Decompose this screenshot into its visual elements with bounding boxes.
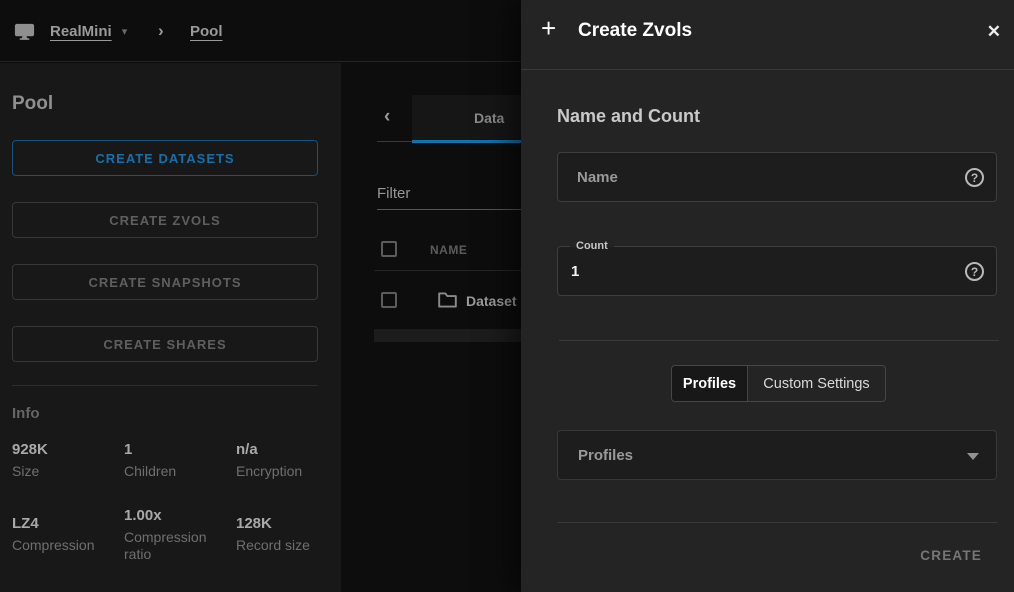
tabbar-baseline	[377, 141, 412, 142]
stat-record-size: 128K Record size	[236, 515, 320, 555]
computer-icon	[13, 20, 36, 43]
footer-divider	[557, 522, 997, 523]
breadcrumb-chevron-icon: ›	[158, 0, 164, 62]
breadcrumb: RealMini ▾	[13, 0, 127, 62]
name-field[interactable]: ?	[557, 152, 997, 202]
create-datasets-button[interactable]: CREATE DATASETS	[12, 140, 318, 176]
filter-input[interactable]	[377, 178, 521, 210]
stat-compression-ratio: 1.00x Compression ratio	[124, 507, 236, 564]
profiles-select-label: Profiles	[578, 447, 633, 464]
table-header-divider	[374, 270, 521, 271]
settings-tab-group: Profiles Custom Settings	[671, 365, 886, 402]
count-field[interactable]: Count ?	[557, 246, 997, 296]
create-zvols-modal: + Create Zvols ✕ Name and Count ? Count …	[521, 0, 1014, 592]
modal-title: Create Zvols	[578, 20, 692, 42]
info-stats-grid: 928K Size 1 Children n/a Encryption LZ4 …	[12, 441, 320, 564]
selected-row-highlight	[374, 329, 521, 342]
form-divider	[559, 340, 999, 341]
stat-encryption: n/a Encryption	[236, 441, 320, 481]
pool-sidebar: Pool CREATE DATASETS CREATE ZVOLS CREATE…	[0, 63, 341, 592]
tab-custom-settings[interactable]: Custom Settings	[748, 366, 885, 401]
name-input[interactable]	[577, 153, 957, 201]
section-title: Name and Count	[557, 106, 700, 127]
create-zvols-button[interactable]: CREATE ZVOLS	[12, 202, 318, 238]
profiles-select[interactable]: Profiles	[557, 430, 997, 480]
stat-children: 1 Children	[124, 441, 236, 481]
dropdown-caret-icon	[967, 453, 979, 460]
tab-profiles[interactable]: Profiles	[672, 366, 748, 401]
page-title: Pool	[12, 93, 53, 115]
select-all-checkbox[interactable]	[381, 241, 397, 257]
sidebar-divider	[12, 385, 318, 386]
stat-compression: LZ4 Compression	[12, 515, 124, 555]
row-checkbox[interactable]	[381, 292, 397, 308]
create-button[interactable]: CREATE	[920, 548, 982, 563]
create-snapshots-button[interactable]: CREATE SNAPSHOTS	[12, 264, 318, 300]
stat-size: 928K Size	[12, 441, 124, 481]
count-help-icon[interactable]: ?	[965, 262, 984, 281]
plus-icon: +	[541, 15, 556, 41]
count-input[interactable]	[571, 247, 951, 295]
datasets-panel: ‹ Data NAME Dataset	[341, 62, 521, 592]
tab-data[interactable]: Data	[474, 110, 504, 126]
folder-icon	[437, 291, 458, 314]
host-caret-down-icon[interactable]: ▾	[122, 25, 128, 38]
data-tab-background	[412, 95, 521, 140]
close-icon[interactable]: ✕	[981, 20, 1007, 44]
info-section-title: Info	[12, 405, 40, 422]
create-shares-button[interactable]: CREATE SHARES	[12, 326, 318, 362]
app-screen: RealMini ▾ › Pool Pool CREATE DATASETS C…	[0, 0, 1014, 592]
name-column-header: NAME	[430, 243, 467, 257]
breadcrumb-host-link[interactable]: RealMini	[50, 23, 112, 40]
dataset-row-label[interactable]: Dataset	[466, 293, 517, 309]
modal-header: + Create Zvols ✕	[521, 0, 1014, 70]
name-help-icon[interactable]: ?	[965, 168, 984, 187]
breadcrumb-page-link[interactable]: Pool	[190, 0, 223, 62]
active-tab-indicator	[412, 140, 521, 143]
back-chevron-icon[interactable]: ‹	[384, 106, 390, 128]
